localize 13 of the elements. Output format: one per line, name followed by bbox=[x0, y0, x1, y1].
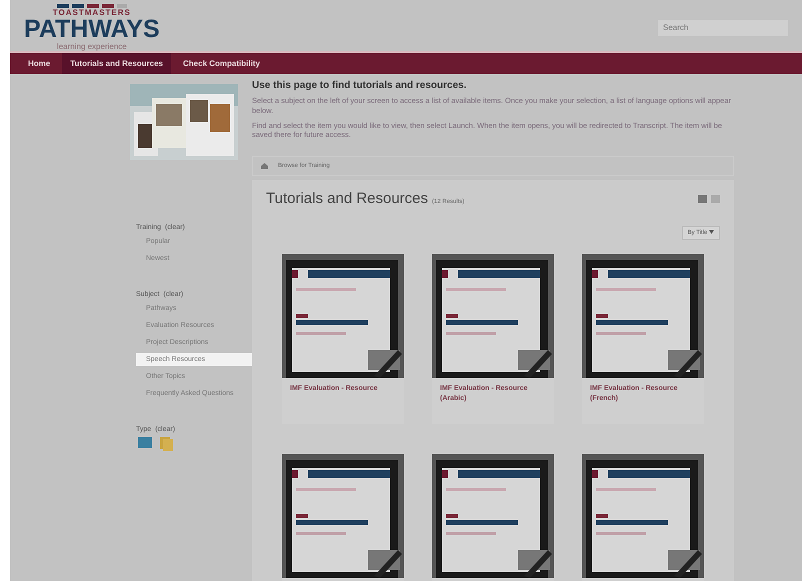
logo-text: TOASTMASTERS bbox=[52, 8, 131, 17]
results-title: Tutorials and Resources bbox=[266, 190, 428, 207]
document-type-icon[interactable] bbox=[160, 437, 173, 451]
nav-link[interactable]: Home bbox=[20, 53, 58, 74]
search-field[interactable]: Search bbox=[658, 20, 788, 36]
home-icon[interactable] bbox=[261, 163, 268, 169]
nav-link[interactable]: Tutorials and Resources bbox=[62, 53, 171, 74]
logo-bars-icon bbox=[56, 4, 127, 8]
logo-tagline: learning experience bbox=[56, 42, 127, 51]
nav-link[interactable]: Check Compatibility bbox=[175, 53, 268, 74]
logo-title: PATHWAYS bbox=[24, 17, 160, 42]
caret-icon bbox=[709, 230, 714, 234]
intro-heading: Use this page to find tutorials and resources. bbox=[252, 80, 468, 91]
